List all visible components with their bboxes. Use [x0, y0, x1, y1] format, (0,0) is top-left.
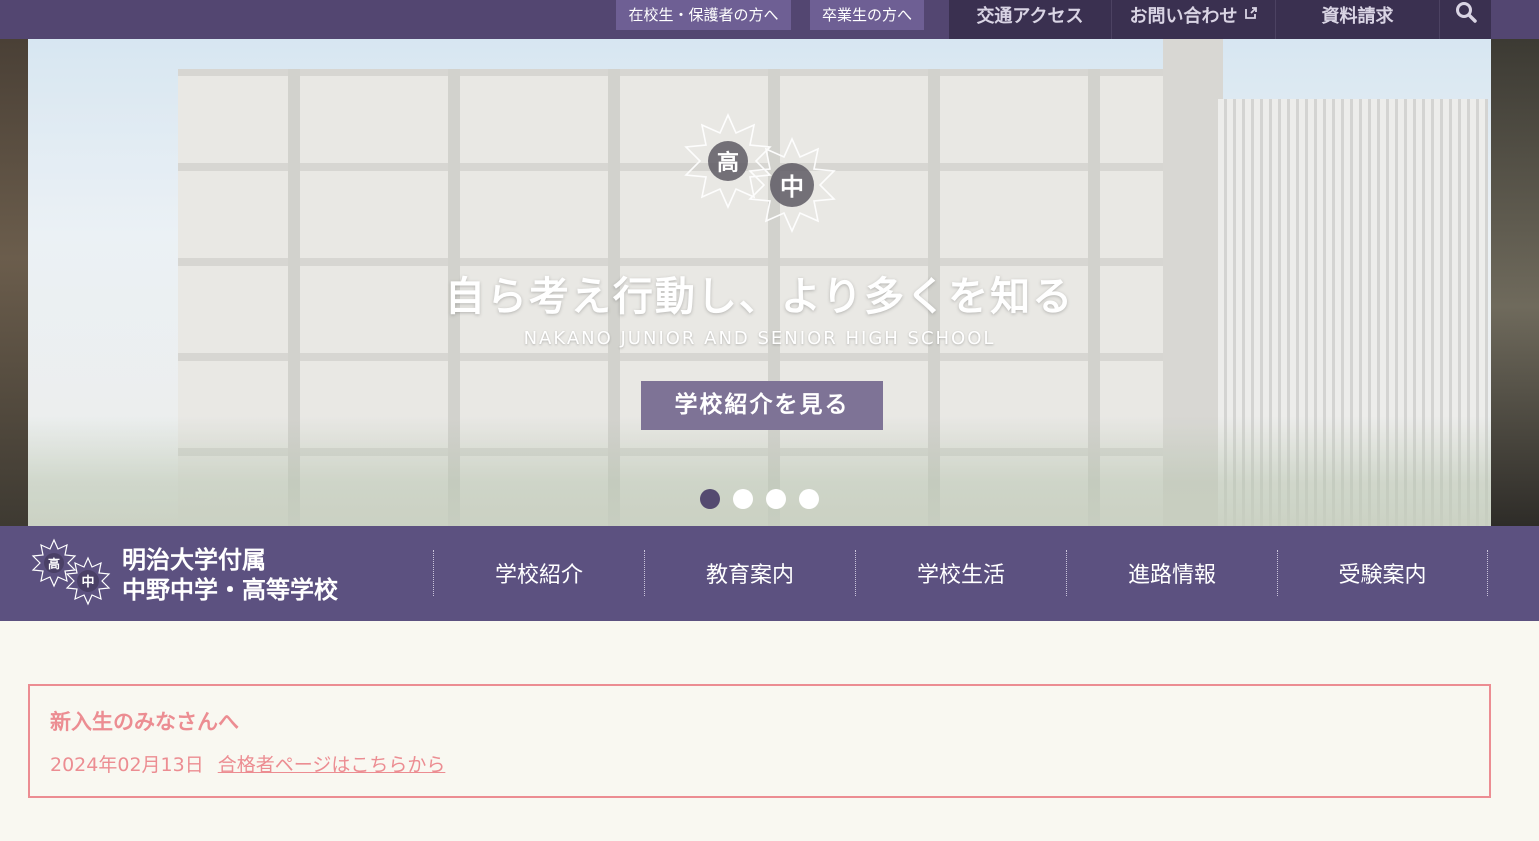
- external-link-icon: [1244, 4, 1258, 25]
- access-link[interactable]: 交通アクセス: [949, 0, 1112, 39]
- nav-item-education[interactable]: 教育案内: [644, 550, 855, 596]
- slider-dot-3[interactable]: [766, 489, 786, 509]
- nav-item-school-intro[interactable]: 学校紹介: [433, 550, 644, 596]
- contact-link[interactable]: お問い合わせ: [1112, 0, 1276, 39]
- utility-links: 交通アクセス お問い合わせ 資料請求: [949, 0, 1491, 39]
- logo-line-2: 中野中学・高等学校: [122, 576, 338, 604]
- nav-item-career[interactable]: 進路情報: [1066, 550, 1277, 596]
- notice-box: 新入生のみなさんへ 2024年02月13日 合格者ページはこちらから: [28, 684, 1491, 798]
- logo-line-1: 明治大学付属: [122, 546, 266, 574]
- hero-side-image-right: [1491, 39, 1539, 526]
- nav-item-school-life[interactable]: 学校生活: [855, 550, 1066, 596]
- contact-label: お問い合わせ: [1129, 5, 1238, 27]
- hero-subline: NAKANO JUNIOR AND SENIOR HIGH SCHOOL: [523, 328, 996, 349]
- search-icon: [1455, 1, 1477, 28]
- nav-menu: 学校紹介 教育案内 学校生活 進路情報 受験案内: [433, 550, 1488, 596]
- slider-dots: [700, 489, 819, 509]
- notice-title: 新入生のみなさんへ: [50, 710, 239, 734]
- logo-emblem-icon: 高 中: [28, 538, 114, 612]
- logo-emblem-char-2: 中: [81, 574, 94, 590]
- brochure-label: 資料請求: [1321, 5, 1394, 27]
- emblem-char-1: 高: [717, 150, 739, 176]
- slider-dot-1[interactable]: [700, 489, 720, 509]
- hero-slider: 高 中 自ら考え行動し、より多くを知る NAKANO JUNIOR AND SE…: [28, 39, 1491, 526]
- logo-emblem-char-1: 高: [48, 556, 60, 571]
- notice-entry: 2024年02月13日 合格者ページはこちらから: [50, 750, 445, 777]
- hero-side-image-left: [0, 39, 28, 526]
- nav-item-admissions[interactable]: 受験案内: [1277, 550, 1488, 596]
- search-button[interactable]: [1440, 0, 1491, 39]
- notice-date: 2024年02月13日: [50, 754, 204, 776]
- slider-dot-2[interactable]: [733, 489, 753, 509]
- school-emblem-icon: 高 中: [676, 113, 846, 257]
- brochure-request-link[interactable]: 資料請求: [1276, 0, 1440, 39]
- emblem-char-2: 中: [780, 173, 804, 201]
- top-utility-bar: 在校生・保護者の方へ 卒業生の方へ 交通アクセス お問い合わせ 資料請求: [0, 0, 1539, 39]
- logo-text: 明治大学付属 中野中学・高等学校: [122, 545, 338, 605]
- successful-applicants-link[interactable]: 合格者ページはこちらから: [218, 750, 446, 777]
- school-intro-button[interactable]: 学校紹介を見る: [641, 381, 883, 430]
- access-label: 交通アクセス: [976, 5, 1084, 27]
- school-logo[interactable]: 高 中 明治大学付属 中野中学・高等学校: [28, 538, 338, 612]
- students-parents-link[interactable]: 在校生・保護者の方へ: [616, 0, 791, 30]
- slider-dot-4[interactable]: [799, 489, 819, 509]
- hero-tagline: 自ら考え行動し、より多くを知る: [444, 274, 1075, 320]
- main-navigation: 高 中 明治大学付属 中野中学・高等学校 学校紹介 教育案内 学校生活 進路情報…: [0, 526, 1539, 621]
- alumni-link[interactable]: 卒業生の方へ: [810, 0, 924, 30]
